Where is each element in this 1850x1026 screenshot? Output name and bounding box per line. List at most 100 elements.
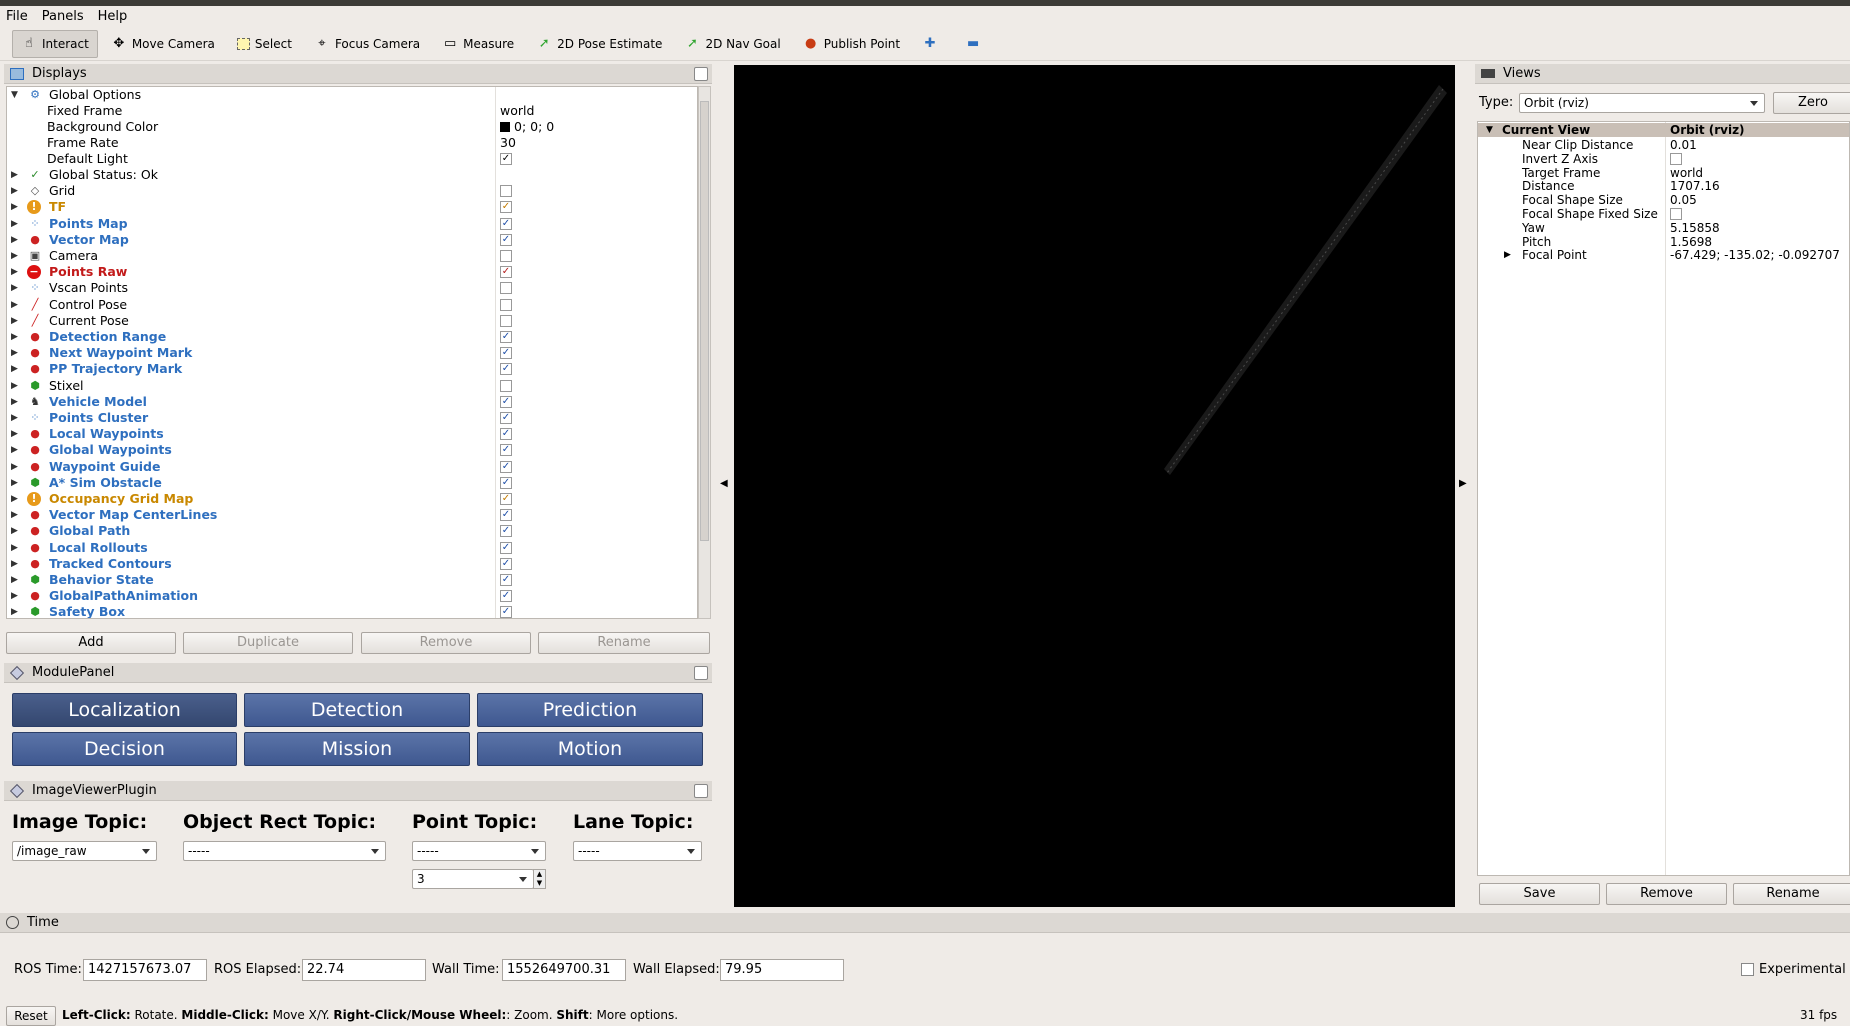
display-row[interactable]: ▶ ╱ Control Pose — [7, 297, 687, 313]
display-row[interactable]: ▶ ● Waypoint Guide ✓ — [7, 459, 687, 475]
chevron-down-icon[interactable]: ▼ — [1486, 123, 1493, 137]
rename-display-button[interactable]: Rename — [538, 632, 710, 654]
display-enabled-checkbox[interactable] — [500, 282, 512, 295]
localization-button[interactable]: Localization — [12, 693, 237, 727]
mission-button[interactable]: Mission — [244, 732, 470, 766]
chevron-right-icon[interactable]: ▶ — [11, 313, 21, 329]
view-type-select[interactable]: Orbit (rviz) — [1519, 93, 1765, 113]
chevron-right-icon[interactable]: ▶ — [11, 442, 21, 458]
save-view-button[interactable]: Save — [1479, 883, 1600, 905]
chevron-right-icon[interactable]: ▶ — [11, 410, 21, 426]
display-row[interactable]: ▶ ⁘ Points Cluster ✓ — [7, 410, 687, 426]
view-property-row[interactable]: Pitch 1.5698 — [1478, 235, 1849, 249]
chevron-right-icon[interactable]: ▶ — [11, 604, 21, 618]
display-row[interactable]: ▶ ● GlobalPathAnimation ✓ — [7, 588, 687, 604]
frame-rate-value[interactable]: 30 — [500, 135, 516, 151]
rename-view-button[interactable]: Rename — [1733, 883, 1850, 905]
add-display-button[interactable]: Add — [6, 632, 176, 654]
view-property-row[interactable]: Distance 1707.16 — [1478, 179, 1849, 193]
display-enabled-checkbox[interactable]: ✓ — [500, 444, 512, 457]
detection-button[interactable]: Detection — [244, 693, 470, 727]
lane-topic-select[interactable]: ----- — [573, 841, 702, 861]
display-enabled-checkbox[interactable]: ✓ — [500, 541, 512, 554]
chevron-right-icon[interactable]: ▶ — [11, 361, 21, 377]
current-view-row[interactable]: ▼ Current View Orbit (rviz) — [1478, 123, 1849, 137]
display-row[interactable]: ▶ ▣ Camera — [7, 248, 687, 264]
view-property-value[interactable]: 5.15858 — [1670, 221, 1720, 235]
chevron-right-icon[interactable]: ▶ — [11, 248, 21, 264]
measure-tool[interactable]: ▭ Measure — [433, 30, 523, 58]
chevron-right-icon[interactable]: ▶ — [11, 329, 21, 345]
background-color-value[interactable]: 0; 0; 0 — [500, 119, 554, 135]
right-collapse-arrow[interactable]: ▶ — [1459, 478, 1467, 489]
display-row[interactable]: ▶ ● Global Path ✓ — [7, 523, 687, 539]
display-enabled-checkbox[interactable]: ✓ — [500, 395, 512, 408]
display-row[interactable]: ▶ ● Global Waypoints ✓ — [7, 442, 687, 458]
display-row[interactable]: ▶ ⁘ Points Map ✓ — [7, 216, 687, 232]
experimental-checkbox[interactable] — [1741, 963, 1754, 976]
menu-help[interactable]: Help — [98, 9, 128, 24]
view-property-row[interactable]: Invert Z Axis — [1478, 152, 1849, 166]
chevron-right-icon[interactable]: ▶ — [11, 232, 21, 248]
prediction-button[interactable]: Prediction — [477, 693, 703, 727]
image-viewer-checkbox[interactable] — [694, 784, 708, 798]
chevron-right-icon[interactable]: ▶ — [11, 264, 21, 280]
chevron-right-icon[interactable]: ▶ — [11, 491, 21, 507]
displays-scrollbar[interactable] — [698, 86, 711, 619]
display-enabled-checkbox[interactable]: ✓ — [500, 217, 512, 230]
display-enabled-checkbox[interactable] — [500, 250, 512, 262]
display-enabled-checkbox[interactable] — [500, 185, 512, 198]
display-row[interactable]: ▶! Occupancy Grid Map ✓ — [7, 491, 687, 507]
display-enabled-checkbox[interactable] — [500, 298, 512, 311]
view-property-checkbox[interactable] — [1670, 208, 1682, 220]
chevron-right-icon[interactable]: ▶ — [11, 183, 21, 199]
view-property-row[interactable]: Focal Shape Fixed Size — [1478, 207, 1849, 221]
view-property-row[interactable]: Target Frame world — [1478, 166, 1849, 180]
display-enabled-checkbox[interactable]: ✓ — [500, 412, 512, 424]
display-row[interactable]: ▶ ● Local Rollouts ✓ — [7, 540, 687, 556]
display-row[interactable]: ▶ ⬢ Safety Box ✓ — [7, 604, 687, 618]
chevron-right-icon[interactable]: ▶ — [11, 280, 21, 296]
display-enabled-checkbox[interactable]: ✓ — [500, 606, 512, 618]
left-collapse-arrow[interactable]: ◀ — [720, 478, 728, 489]
display-enabled-checkbox[interactable] — [500, 379, 512, 392]
focus-camera-tool[interactable]: ⌖ Focus Camera — [305, 30, 429, 58]
display-enabled-checkbox[interactable]: ✓ — [500, 574, 512, 586]
display-enabled-checkbox[interactable]: ✓ — [500, 460, 512, 473]
chevron-right-icon[interactable]: ▶ — [11, 507, 21, 523]
display-row[interactable]: ▶ ♞ Vehicle Model ✓ — [7, 394, 687, 410]
chevron-right-icon[interactable]: ▶ — [11, 475, 21, 491]
display-row[interactable]: ▶ ✓ Global Status: Ok — [7, 167, 687, 183]
display-enabled-checkbox[interactable] — [500, 314, 512, 327]
display-enabled-checkbox[interactable]: ✓ — [500, 557, 512, 570]
point-size-spinbox[interactable]: 3 — [412, 869, 534, 889]
display-row[interactable]: ▶ ● Detection Range ✓ — [7, 329, 687, 345]
move-camera-tool[interactable]: ✥ Move Camera — [102, 30, 224, 58]
background-color-row[interactable]: Background Color 0; 0; 0 — [7, 119, 687, 135]
default-light-row[interactable]: Default Light ✓ — [7, 151, 687, 167]
display-enabled-checkbox[interactable]: ✓ — [500, 428, 512, 441]
display-row[interactable]: ▶ ⁘ Vscan Points — [7, 280, 687, 296]
view-property-row[interactable]: ▶ Focal Point -67.429; -135.02; -0.092707 — [1478, 248, 1849, 262]
wall-elapsed-field[interactable]: 79.95 — [720, 959, 844, 981]
chevron-right-icon[interactable]: ▶ — [11, 459, 21, 475]
menu-file[interactable]: File — [6, 9, 28, 24]
view-property-value[interactable]: 1.5698 — [1670, 235, 1712, 249]
render-3d-view[interactable] — [734, 65, 1455, 907]
display-row[interactable]: ▶ ⬢ Behavior State ✓ — [7, 572, 687, 588]
scroll-thumb[interactable] — [700, 101, 709, 541]
chevron-right-icon[interactable]: ▶ — [11, 588, 21, 604]
pose-estimate-tool[interactable]: ➚ 2D Pose Estimate — [527, 30, 671, 58]
ros-time-field[interactable]: 1427157673.07 — [83, 959, 207, 981]
displays-close-checkbox[interactable] — [694, 67, 708, 81]
view-property-checkbox[interactable] — [1670, 152, 1682, 165]
display-enabled-checkbox[interactable]: ✓ — [500, 525, 512, 538]
display-enabled-checkbox[interactable]: ✓ — [500, 266, 512, 279]
display-enabled-checkbox[interactable]: ✓ — [500, 590, 512, 603]
chevron-right-icon[interactable]: ▶ — [11, 572, 21, 588]
remove-display-button[interactable]: Remove — [361, 632, 531, 654]
remove-view-button[interactable]: Remove — [1606, 883, 1727, 905]
zero-button[interactable]: Zero — [1773, 92, 1850, 114]
chevron-right-icon[interactable]: ▶ — [11, 378, 21, 394]
select-tool[interactable]: Select — [228, 30, 301, 58]
